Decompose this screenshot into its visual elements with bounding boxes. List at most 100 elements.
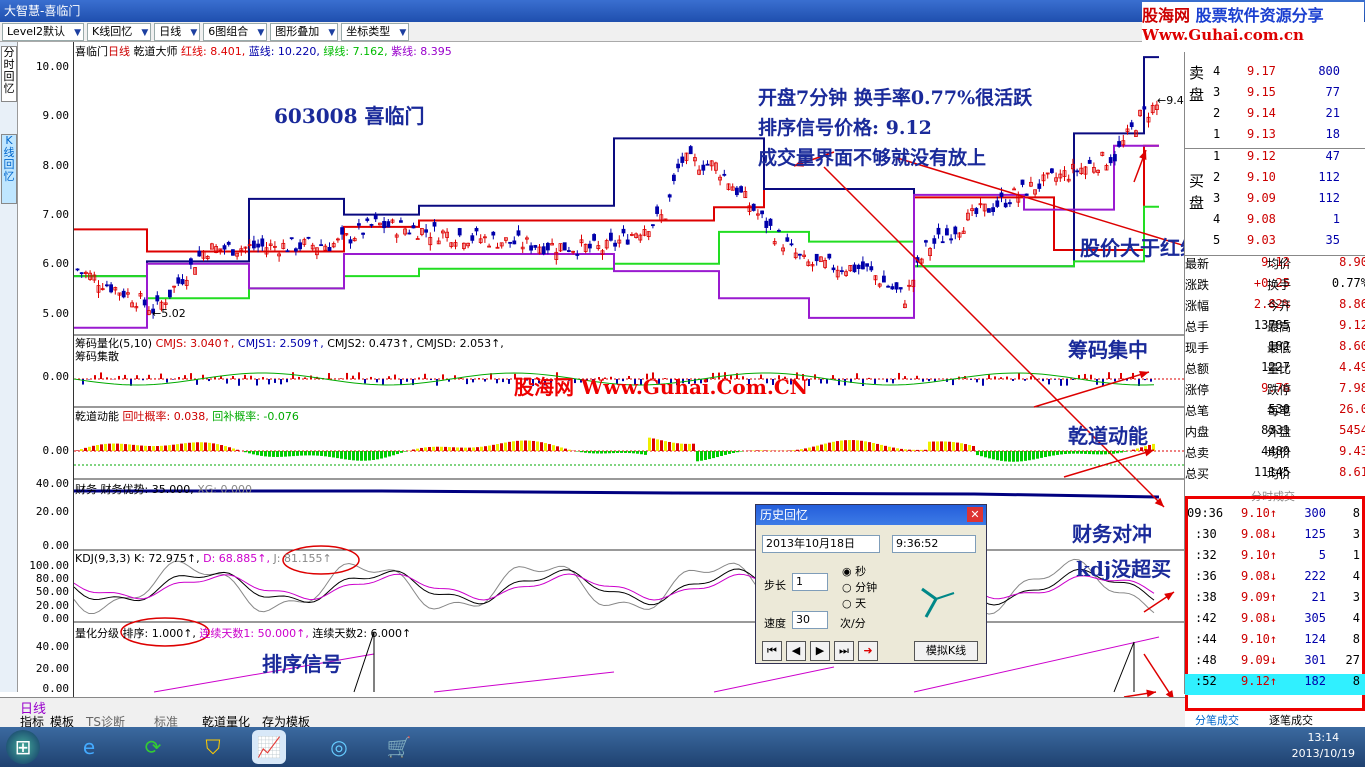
tick-volume: 182 — [1304, 674, 1326, 688]
chip-bar — [250, 375, 252, 379]
ie-icon[interactable]: e — [72, 730, 106, 764]
toolbar-item-3[interactable]: 6图组合 ▼ — [203, 23, 268, 41]
chip-bar — [988, 374, 990, 379]
time-field[interactable]: 9:36:52 — [892, 535, 976, 553]
momentum-bar — [556, 446, 559, 451]
radio-second-label: 秒 — [855, 565, 867, 578]
tab-each-trade[interactable]: 逐笔成交 — [1269, 712, 1313, 728]
y-tick-label: 0.00 — [42, 370, 70, 383]
toolbar-item-0[interactable]: Level2默认 ▼ — [2, 23, 85, 41]
momentum-bar — [524, 440, 527, 451]
cart-icon[interactable]: 🛒 — [382, 730, 416, 764]
chip-pane-title: 筹码量化(5,10) — [75, 337, 153, 350]
play-button[interactable]: ▶ — [810, 641, 830, 661]
candle-body — [1129, 122, 1134, 128]
chip-bar — [1048, 379, 1050, 385]
momentum-bar — [472, 447, 475, 451]
momentum-bar — [676, 443, 679, 451]
shield-icon[interactable]: ⛉ — [196, 730, 230, 764]
momentum-bar — [1100, 451, 1103, 455]
chip-bar — [826, 379, 828, 384]
tick-price: 9.10↑ — [1241, 632, 1278, 646]
candle-body — [768, 218, 773, 226]
stock-app-icon[interactable]: 📈 — [252, 730, 286, 764]
chip-bar — [184, 375, 186, 379]
toolbar-item-2[interactable]: 日线 ▼ — [154, 23, 201, 41]
momentum-bar — [960, 443, 963, 451]
momentum-bar — [272, 451, 275, 457]
period-label: 日线 — [108, 45, 130, 58]
last-button[interactable]: ⏭ — [834, 641, 854, 661]
radio-day[interactable]: ○ 天 — [842, 595, 866, 611]
chip-bar — [232, 375, 234, 379]
chip-bar — [1018, 372, 1020, 379]
stat-label: 最新 — [1185, 257, 1210, 271]
speed-input[interactable]: 30 — [792, 611, 828, 629]
prev-button[interactable]: ◀ — [786, 641, 806, 661]
chip-bar — [466, 379, 468, 385]
momentum-bar — [724, 451, 727, 455]
system-clock[interactable]: 13:14 2013/10/19 — [1292, 730, 1355, 762]
candle-body — [285, 250, 290, 253]
momentum-bar — [884, 445, 887, 451]
refresh-app-icon[interactable]: ⟳ — [136, 730, 170, 764]
note-kdj: kdj没超买 — [1076, 557, 1172, 581]
momentum-bar — [1088, 451, 1091, 455]
sell-row: 1 9.13 18 — [1185, 127, 1365, 148]
first-button[interactable]: ⏮ — [762, 641, 782, 661]
level-number: 5 — [1213, 233, 1221, 247]
date-field[interactable]: 2013年10月18日 — [762, 535, 880, 553]
momentum-bar — [232, 448, 235, 451]
tick-count: 27 — [1345, 653, 1360, 667]
momentum-bar — [1056, 451, 1059, 455]
tick-time: :42 — [1195, 611, 1217, 625]
dropdown-arrow-icon: ▼ — [399, 28, 407, 38]
toolbar-item-1[interactable]: K线回忆 ▼ — [87, 23, 152, 41]
momentum-bar — [648, 437, 651, 451]
momentum-bar — [584, 451, 587, 453]
radio-minute[interactable]: ○ 分钟 — [842, 579, 877, 595]
momentum-bar — [460, 447, 463, 451]
candle-body — [575, 254, 580, 256]
momentum-bar — [256, 451, 259, 456]
close-icon[interactable]: ✕ — [967, 507, 983, 522]
buy-volume: 47 — [1325, 149, 1340, 163]
tab-tick-trades[interactable]: 分笔成交 — [1195, 712, 1239, 728]
momentum-bar — [176, 444, 179, 451]
chip-bar — [1012, 379, 1014, 381]
record-button[interactable]: ➜ — [858, 641, 878, 661]
y-tick-label: 5.00 — [42, 307, 70, 320]
momentum-bar — [380, 451, 383, 459]
step-input[interactable]: 1 — [792, 573, 828, 591]
chip-bar — [502, 379, 504, 383]
candle-body — [226, 241, 231, 245]
tick-row: :36 9.08↓ 222 4 — [1185, 569, 1365, 590]
toolbar-item-4[interactable]: 图形叠加 ▼ — [270, 23, 339, 41]
candle-body — [760, 210, 764, 215]
momentum-bar — [812, 446, 815, 451]
candle-body — [936, 227, 941, 235]
tab-intraday-recall[interactable]: 分时回忆 — [1, 46, 17, 102]
stat-row: 涨跌 +0.25 换手 0.77% — [1185, 276, 1365, 297]
momentum-bar — [640, 451, 643, 455]
simulate-kline-button[interactable]: 模拟K线 — [914, 641, 978, 661]
momentum-bar — [820, 444, 823, 451]
tab-kline-recall[interactable]: K线回忆 — [1, 134, 17, 204]
chip-bar — [400, 379, 402, 385]
chat-icon[interactable]: ◎ — [322, 730, 356, 764]
candle-body — [655, 206, 659, 214]
chip-bar — [352, 375, 354, 379]
stat-label-2: 均价 — [1267, 446, 1292, 460]
radio-second[interactable]: ◉ 秒 — [842, 563, 866, 579]
momentum-bar — [160, 445, 163, 451]
momentum-bar — [456, 447, 459, 451]
momentum-bar — [296, 451, 299, 456]
candle-body — [230, 249, 235, 256]
momentum-bar — [860, 440, 863, 451]
momentum-bar — [1132, 449, 1135, 451]
start-icon[interactable]: ⊞ — [6, 730, 40, 764]
level-number: 2 — [1213, 106, 1221, 120]
sell-volume: 18 — [1325, 127, 1340, 141]
stock-name: 喜临门 — [75, 45, 108, 58]
toolbar-item-5[interactable]: 坐标类型 ▼ — [341, 23, 410, 41]
